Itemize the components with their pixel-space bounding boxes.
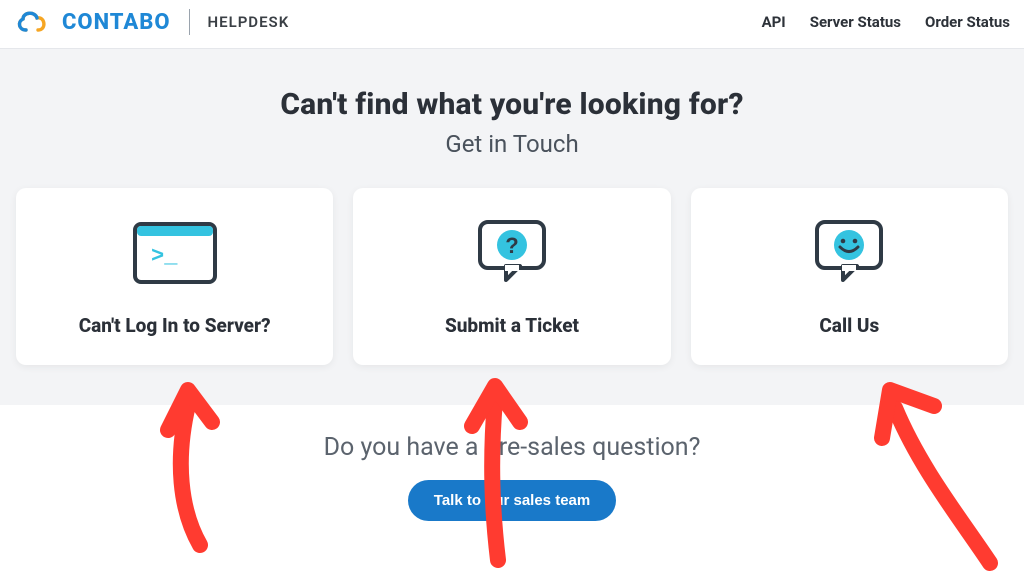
contact-cards: >_ Can't Log In to Server? ? Submit a Ti… bbox=[10, 188, 1014, 365]
top-nav: API Server Status Order Status bbox=[762, 13, 1010, 31]
question-speech-bubble-icon: ? bbox=[466, 214, 558, 292]
sales-cta-button[interactable]: Talk to our sales team bbox=[408, 480, 616, 521]
section-label: HELPDESK bbox=[208, 13, 290, 31]
card-call-title: Call Us bbox=[819, 314, 879, 337]
presales-heading: Do you have a pre-sales question? bbox=[0, 433, 1024, 462]
hero-title: Can't find what you're looking for? bbox=[10, 87, 1014, 122]
card-login-help[interactable]: >_ Can't Log In to Server? bbox=[16, 188, 333, 365]
nav-order-status[interactable]: Order Status bbox=[925, 13, 1010, 31]
card-login-title: Can't Log In to Server? bbox=[79, 314, 271, 337]
brand-divider bbox=[189, 9, 190, 35]
brand-block: CONTABO HELPDESK bbox=[14, 8, 289, 36]
brand-name: CONTABO bbox=[62, 10, 171, 35]
contabo-cloud-icon bbox=[14, 8, 50, 36]
smile-speech-bubble-icon bbox=[803, 214, 895, 292]
card-submit-ticket[interactable]: ? Submit a Ticket bbox=[353, 188, 670, 365]
nav-api[interactable]: API bbox=[762, 13, 786, 31]
presales-section: Do you have a pre-sales question? Talk t… bbox=[0, 405, 1024, 521]
card-ticket-title: Submit a Ticket bbox=[445, 314, 579, 337]
site-header: CONTABO HELPDESK API Server Status Order… bbox=[0, 0, 1024, 49]
terminal-window-icon: >_ bbox=[129, 214, 221, 292]
contact-hero: Can't find what you're looking for? Get … bbox=[0, 49, 1024, 405]
svg-text:?: ? bbox=[505, 233, 518, 258]
hero-subtitle: Get in Touch bbox=[10, 130, 1014, 158]
card-call-us[interactable]: Call Us bbox=[691, 188, 1008, 365]
nav-server-status[interactable]: Server Status bbox=[810, 13, 901, 31]
svg-text:>_: >_ bbox=[151, 244, 178, 269]
